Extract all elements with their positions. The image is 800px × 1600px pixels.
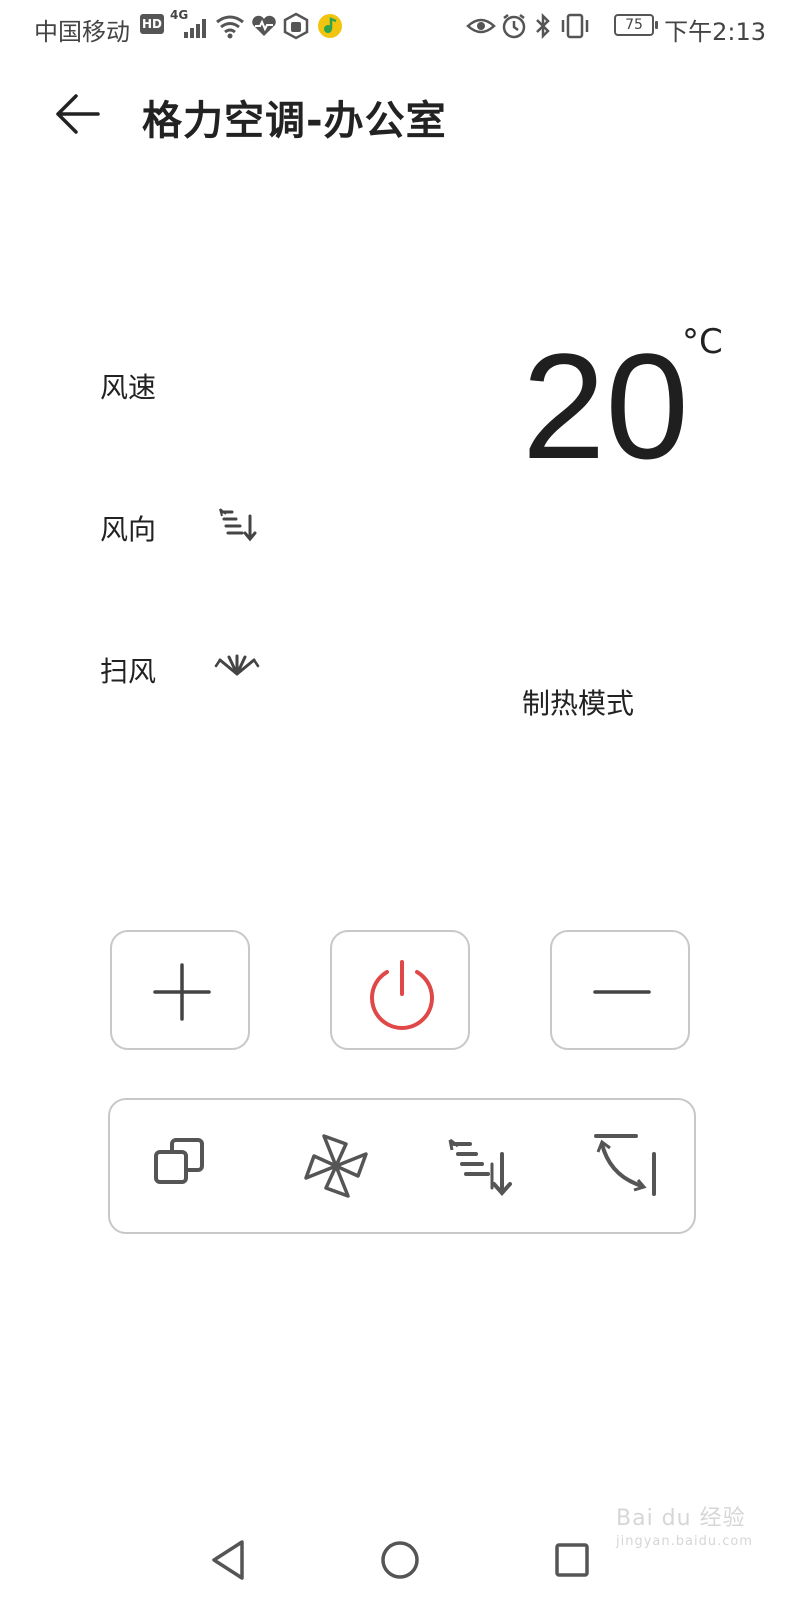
nav-recents-icon[interactable] — [554, 1542, 590, 1578]
turn-icon — [594, 1134, 656, 1196]
temperature-down-button[interactable] — [550, 930, 690, 1050]
music-app-icon — [318, 14, 342, 38]
timer-button[interactable] — [574, 1114, 678, 1218]
temperature-unit: °C — [682, 322, 723, 362]
wind-speed-label: 风速 — [100, 371, 157, 404]
temperature-value: 20 — [522, 322, 689, 490]
swing-label: 扫风 — [100, 655, 157, 688]
function-panel — [108, 1098, 696, 1234]
carrier-name: 中国移动 — [34, 18, 130, 46]
wind-direction-button[interactable] — [430, 1114, 534, 1218]
eye-comfort-icon — [466, 18, 496, 34]
alarm-icon — [502, 14, 526, 39]
wind-direction-label: 风向 — [100, 513, 157, 546]
temperature-up-button[interactable] — [110, 930, 250, 1050]
power-icon — [370, 960, 434, 1030]
wind-direction-icon[interactable] — [218, 506, 258, 542]
watermark-sub: jingyan.baidu.com — [616, 1534, 753, 1549]
heart-rate-icon — [252, 15, 276, 36]
power-button[interactable] — [330, 930, 470, 1050]
bluetooth-icon — [536, 12, 550, 40]
mode-label: 制热模式 — [522, 687, 635, 720]
vibrate-icon — [561, 13, 589, 39]
hd-badge: HD — [140, 14, 164, 34]
wifi-icon — [216, 15, 244, 39]
back-arrow-icon — [56, 94, 100, 134]
mode-switch-button[interactable] — [136, 1114, 240, 1218]
hand-icon — [283, 12, 309, 40]
mode-switch-icon — [154, 1138, 204, 1184]
minus-icon — [593, 990, 651, 994]
air-direction-icon — [448, 1138, 512, 1197]
swing-icon[interactable] — [214, 654, 260, 678]
watermark-text: Bai du 经验 — [616, 1506, 746, 1531]
nav-home-icon[interactable] — [380, 1540, 420, 1580]
fan-icon — [304, 1134, 368, 1198]
page-title: 格力空调-办公室 — [142, 98, 447, 144]
nav-back-icon[interactable] — [208, 1538, 248, 1582]
plus-icon — [153, 963, 211, 1021]
watermark: Bai du 经验 jingyan.baidu.com — [616, 1500, 753, 1549]
fan-speed-button[interactable] — [284, 1114, 388, 1218]
status-bar: 中国移动 HD 4G 75 下午2:13 — [0, 0, 800, 56]
back-button[interactable] — [52, 92, 104, 136]
battery-indicator: 75 — [614, 14, 658, 36]
signal-icon — [184, 19, 206, 38]
status-time: 下午2:13 — [664, 18, 766, 46]
